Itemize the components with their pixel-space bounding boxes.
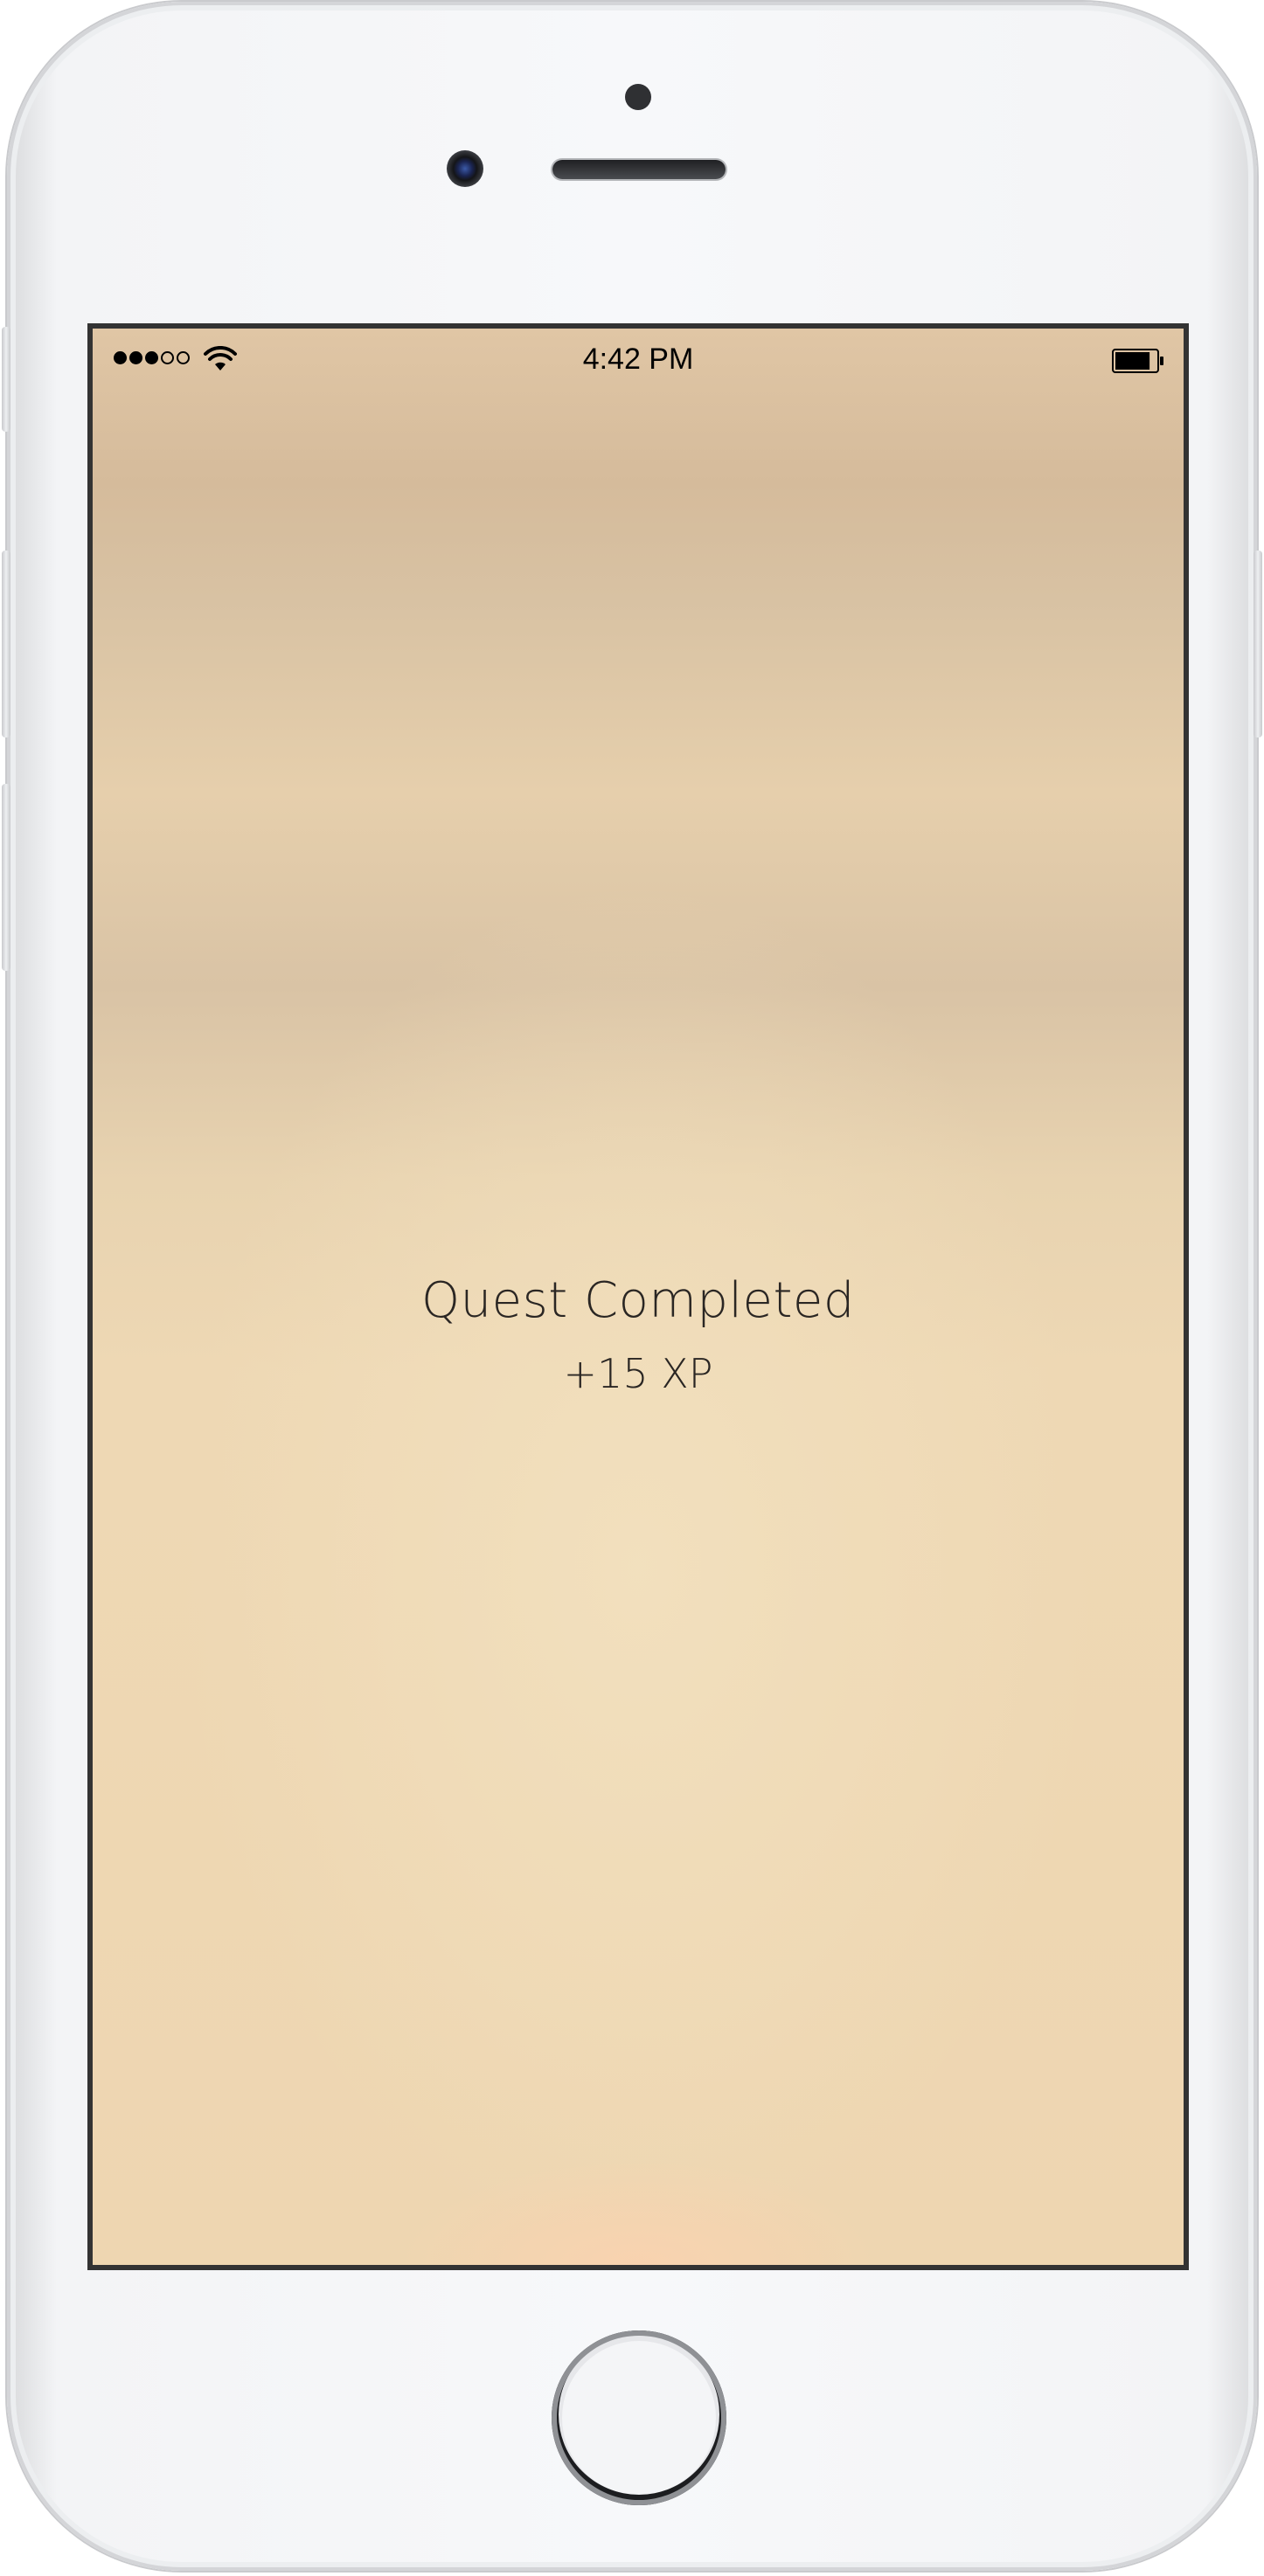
volume-up-button <box>2 551 10 737</box>
home-button[interactable] <box>552 2330 726 2505</box>
volume-down-button <box>2 784 10 971</box>
power-button <box>1254 551 1262 737</box>
phone-device-frame: 4:42 PM Quest Completed +15 XP <box>2 2 1262 2571</box>
notification-title: Quest Completed <box>421 1272 855 1329</box>
phone-screen: 4:42 PM Quest Completed +15 XP <box>87 323 1189 2270</box>
status-time: 4:42 PM <box>582 343 694 376</box>
battery-icon <box>1112 349 1163 373</box>
earpiece-speaker <box>552 160 726 179</box>
xp-reward-label: +15 XP <box>563 1350 713 1397</box>
mute-switch <box>2 327 10 432</box>
quest-completed-notification: Quest Completed +15 XP <box>93 1272 1184 1398</box>
status-bar: 4:42 PM <box>93 329 1184 391</box>
proximity-sensor <box>625 84 651 110</box>
front-camera-icon <box>447 150 483 187</box>
